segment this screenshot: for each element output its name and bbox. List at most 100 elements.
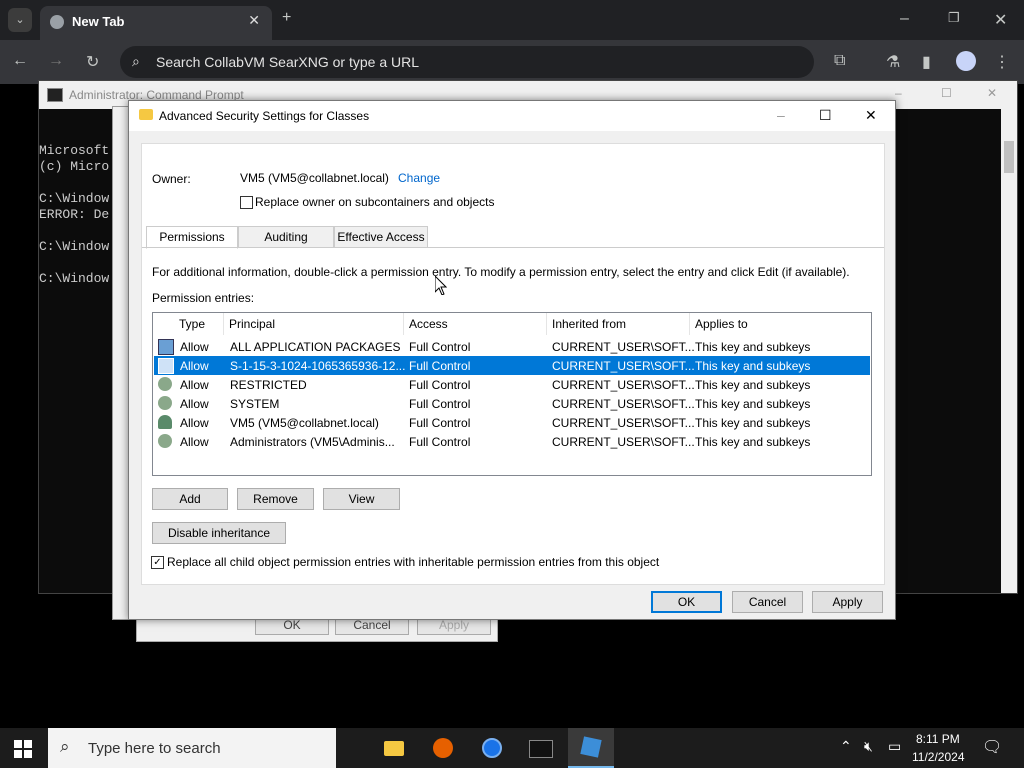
- omnibox[interactable]: ⌕ Search CollabVM SearXNG or type a URL: [120, 46, 814, 78]
- tab-close-icon[interactable]: ✕: [248, 12, 260, 29]
- disable-inheritance-button[interactable]: Disable inheritance: [152, 522, 286, 544]
- taskbar: ⌕ Type here to search ⌃ 🔇︎ ▭ 8:11 PM 11/…: [0, 728, 1024, 768]
- dialog-title: Advanced Security Settings for Classes: [159, 109, 370, 123]
- user-group-icon: [158, 434, 172, 448]
- row-principal: VM5 (VM5@collabnet.local): [230, 416, 379, 430]
- terminal-icon[interactable]: [524, 732, 556, 764]
- search-icon: ⌕: [132, 53, 140, 69]
- advanced-security-dialog: Advanced Security Settings for Classes –…: [128, 100, 896, 620]
- browser-tab-bar: ⌄ New Tab ✕ + – ❐ ✕: [0, 0, 1024, 40]
- clock-date[interactable]: 11/2/2024: [912, 750, 965, 764]
- apply-button[interactable]: Apply: [812, 591, 883, 613]
- regedit-icon[interactable]: [568, 728, 614, 768]
- back-arrow-icon[interactable]: ←: [12, 52, 28, 70]
- replace-child-checkbox-checked[interactable]: ✓: [151, 556, 164, 569]
- tab-title: New Tab: [72, 14, 125, 29]
- replace-owner-checkbox[interactable]: [240, 196, 253, 209]
- table-row[interactable]: Allow VM5 (VM5@collabnet.local) Full Con…: [154, 413, 870, 432]
- browser-tab-new-tab[interactable]: New Tab ✕: [40, 6, 272, 40]
- cancel-button[interactable]: Cancel: [732, 591, 803, 613]
- cmd-minimize-icon[interactable]: –: [895, 86, 902, 100]
- user-group-icon: [158, 396, 172, 410]
- column-header-principal[interactable]: Principal: [229, 317, 275, 331]
- network-icon[interactable]: ▭: [888, 738, 901, 755]
- menu-kebab-icon[interactable]: ⋮: [994, 52, 1010, 72]
- packages-icon: [158, 339, 174, 355]
- cmd-scrollbar[interactable]: [1001, 109, 1017, 593]
- row-access: Full Control: [409, 397, 471, 411]
- row-principal: ALL APPLICATION PACKAGES: [230, 340, 401, 354]
- dialog-maximize-icon[interactable]: ☐: [819, 107, 832, 124]
- file-explorer-icon[interactable]: [378, 732, 410, 764]
- tray-chevron-up-icon[interactable]: ⌃: [840, 738, 852, 755]
- packages-icon: [158, 358, 174, 374]
- column-header-access[interactable]: Access: [409, 317, 448, 331]
- close-window-icon[interactable]: ✕: [994, 10, 1007, 30]
- row-access: Full Control: [409, 359, 471, 373]
- dialog-close-icon[interactable]: ✕: [865, 107, 877, 124]
- cmd-scroll-thumb[interactable]: [1004, 141, 1014, 173]
- tab-effective-access[interactable]: Effective Access: [334, 226, 428, 248]
- user-icon: [158, 415, 172, 429]
- tab-auditing[interactable]: Auditing: [238, 226, 334, 248]
- row-type: Allow: [180, 435, 209, 449]
- mouse-cursor-icon: [435, 276, 447, 295]
- side-panel-icon[interactable]: ▮: [922, 52, 931, 72]
- restore-window-icon[interactable]: ❐: [948, 10, 960, 26]
- column-separator: [689, 313, 690, 335]
- labs-flask-icon[interactable]: ⚗: [886, 52, 900, 72]
- ok-button[interactable]: OK: [651, 591, 722, 613]
- forward-arrow-icon[interactable]: →: [48, 52, 64, 70]
- dialog-body: Owner: VM5 (VM5@collabnet.local) Change …: [141, 143, 885, 585]
- column-header-inherited-from[interactable]: Inherited from: [552, 317, 626, 331]
- reload-icon[interactable]: ↻: [86, 52, 99, 72]
- table-row[interactable]: Allow ALL APPLICATION PACKAGES Full Cont…: [154, 337, 870, 356]
- chrome-icon[interactable]: [476, 732, 508, 764]
- notifications-icon[interactable]: 🗨︎: [982, 737, 1002, 757]
- view-button[interactable]: View: [323, 488, 400, 510]
- row-applies-to: This key and subkeys: [695, 397, 811, 411]
- dialog-minimize-icon[interactable]: –: [777, 107, 785, 123]
- row-principal: RESTRICTED: [230, 378, 307, 392]
- row-type: Allow: [180, 416, 209, 430]
- folder-icon: [139, 109, 153, 120]
- firefox-icon[interactable]: [427, 732, 459, 764]
- column-separator: [546, 313, 547, 335]
- row-access: Full Control: [409, 435, 471, 449]
- info-text: For additional information, double-click…: [152, 265, 850, 279]
- table-row[interactable]: Allow SYSTEM Full Control CURRENT_USER\S…: [154, 394, 870, 413]
- row-applies-to: This key and subkeys: [695, 435, 811, 449]
- tab-favicon-icon: [50, 15, 64, 29]
- row-principal: S-1-15-3-1024-1065365936-12...: [230, 359, 406, 373]
- cmd-close-icon[interactable]: ✕: [987, 86, 997, 100]
- row-type: Allow: [180, 359, 209, 373]
- new-tab-plus-icon[interactable]: +: [282, 9, 291, 27]
- omnibox-placeholder: Search CollabVM SearXNG or type a URL: [156, 54, 419, 70]
- row-principal: Administrators (VM5\Adminis...: [230, 435, 395, 449]
- table-row[interactable]: Allow RESTRICTED Full Control CURRENT_US…: [154, 375, 870, 394]
- taskbar-search-placeholder: Type here to search: [88, 740, 221, 757]
- remove-button[interactable]: Remove: [237, 488, 314, 510]
- profile-avatar-icon[interactable]: [956, 51, 976, 71]
- tab-search-chevron-icon[interactable]: ⌄: [8, 8, 32, 32]
- windows-start-icon[interactable]: [14, 740, 32, 758]
- table-row-selected[interactable]: Allow S-1-15-3-1024-1065365936-12... Ful…: [154, 356, 870, 375]
- clock-time[interactable]: 8:11 PM: [916, 732, 960, 746]
- row-inherited-from: CURRENT_USER\SOFT...: [552, 340, 695, 354]
- add-button[interactable]: Add: [152, 488, 228, 510]
- tab-strip: Permissions Auditing Effective Access: [142, 226, 884, 249]
- column-header-type[interactable]: Type: [179, 317, 205, 331]
- taskbar-search-box[interactable]: ⌕ Type here to search: [48, 728, 336, 768]
- change-owner-link[interactable]: Change: [398, 171, 440, 185]
- permission-entries-list[interactable]: Type Principal Access Inherited from App…: [152, 312, 872, 476]
- row-access: Full Control: [409, 416, 471, 430]
- tab-permissions[interactable]: Permissions: [146, 226, 238, 249]
- row-applies-to: This key and subkeys: [695, 416, 811, 430]
- cmd-maximize-icon[interactable]: ☐: [941, 86, 952, 100]
- column-header-applies-to[interactable]: Applies to: [695, 317, 748, 331]
- volume-muted-icon[interactable]: 🔇︎: [864, 738, 873, 755]
- extensions-icon[interactable]: ⧉: [834, 52, 845, 70]
- table-row[interactable]: Allow Administrators (VM5\Adminis... Ful…: [154, 432, 870, 451]
- minimize-window-icon[interactable]: –: [900, 10, 909, 28]
- row-inherited-from: CURRENT_USER\SOFT...: [552, 378, 695, 392]
